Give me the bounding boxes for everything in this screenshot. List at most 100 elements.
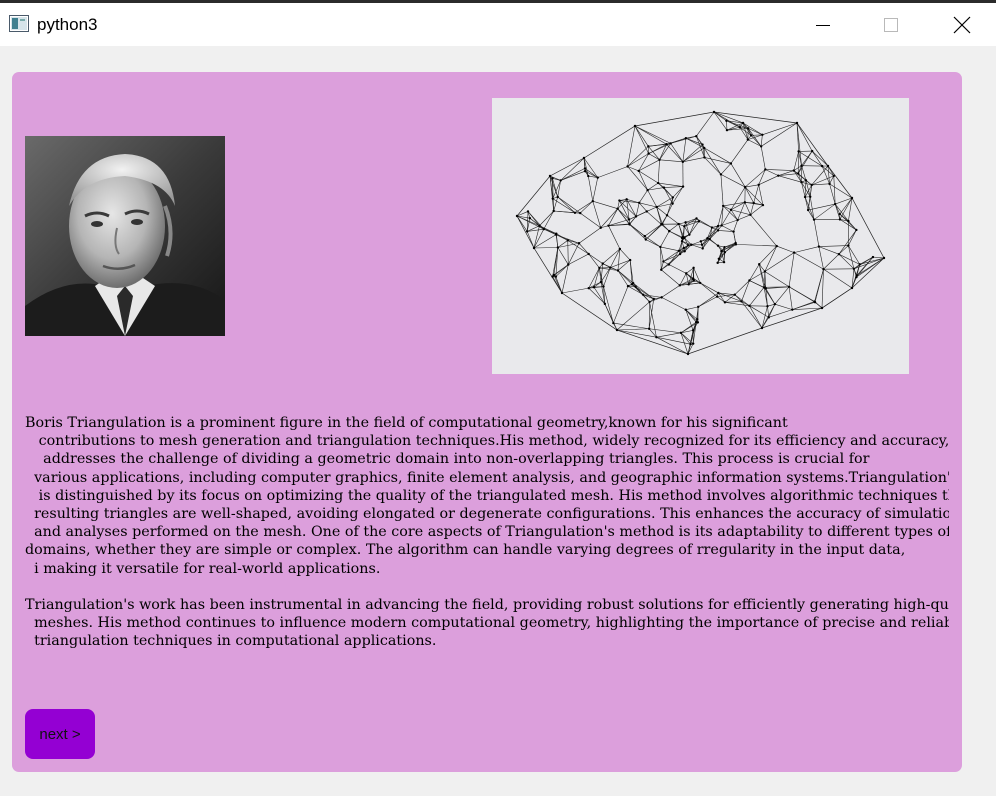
mesh-edge xyxy=(638,189,648,203)
mesh-vertex xyxy=(800,164,803,167)
mesh-edge xyxy=(818,245,849,247)
mesh-vertex xyxy=(692,266,695,270)
mesh-edge xyxy=(794,246,819,253)
mesh-edge xyxy=(747,139,762,147)
mesh-vertex xyxy=(743,185,747,189)
mesh-edge xyxy=(645,224,663,240)
mesh-vertex xyxy=(579,211,582,215)
mesh-edge xyxy=(533,225,540,249)
mesh-vertex xyxy=(647,152,650,155)
mesh-edge xyxy=(823,268,853,289)
mesh-vertex xyxy=(592,286,596,289)
mesh-vertex xyxy=(716,261,719,265)
mesh-vertex xyxy=(701,143,704,146)
mesh-edge xyxy=(767,306,770,318)
mesh-vertex xyxy=(703,146,706,150)
mesh-vertex xyxy=(598,266,601,270)
close-icon xyxy=(953,16,971,33)
minimize-icon xyxy=(816,24,830,26)
mesh-edge xyxy=(635,202,640,217)
mesh-vertex xyxy=(720,249,723,253)
mesh-edge xyxy=(761,306,768,329)
mesh-edge xyxy=(733,219,738,232)
close-button[interactable] xyxy=(939,3,985,46)
mesh-edge xyxy=(758,175,779,186)
mesh-vertex xyxy=(791,308,794,311)
mesh-edge xyxy=(759,245,777,265)
mesh-edge xyxy=(834,203,849,222)
mesh-vertex xyxy=(850,286,854,290)
mesh-vertex xyxy=(822,267,825,271)
mesh-edge xyxy=(560,157,585,181)
minimize-button[interactable] xyxy=(800,3,846,46)
mesh-vertex xyxy=(855,274,858,277)
mesh-vertex xyxy=(587,174,590,178)
mesh-vertex xyxy=(852,267,856,270)
mesh-vertex xyxy=(761,203,765,207)
mesh-vertex xyxy=(655,336,658,339)
mesh-edges xyxy=(516,111,885,355)
mesh-edge xyxy=(788,286,793,310)
mesh-edge xyxy=(848,229,857,246)
mesh-edge xyxy=(608,225,621,250)
mesh-vertex xyxy=(631,281,635,285)
maximize-button[interactable] xyxy=(868,3,914,46)
mesh-edge xyxy=(588,253,600,269)
mesh-edge xyxy=(834,203,841,220)
mesh-vertex xyxy=(757,183,760,186)
mesh-vertex xyxy=(681,185,685,188)
mesh-vertex xyxy=(681,236,684,239)
mesh-edge xyxy=(660,230,670,248)
mesh-edge xyxy=(587,175,594,202)
mesh-edge xyxy=(698,292,719,308)
mesh-vertex xyxy=(616,269,620,272)
mesh-vertex xyxy=(710,226,714,229)
mesh-vertex xyxy=(701,247,704,250)
title-bar[interactable]: python3 xyxy=(0,0,996,46)
mesh-edge xyxy=(698,296,718,308)
mesh-edge xyxy=(663,186,684,188)
mesh-vertex xyxy=(633,124,637,128)
mesh-vertex xyxy=(556,195,559,199)
mesh-edge xyxy=(553,247,559,276)
mesh-vertex xyxy=(703,156,706,159)
mesh-edge xyxy=(567,240,569,265)
mesh-vertex xyxy=(809,195,812,198)
mesh-vertex xyxy=(686,352,690,356)
mesh-boundary xyxy=(516,111,885,355)
mesh-edge xyxy=(561,287,589,294)
mesh-vertex xyxy=(566,239,569,242)
mesh-vertex xyxy=(719,173,723,176)
mesh-vertex xyxy=(685,272,688,275)
mesh-vertex xyxy=(764,168,767,171)
mesh-vertex xyxy=(609,266,612,269)
mesh-edge xyxy=(744,202,751,215)
mesh-vertex xyxy=(804,179,808,182)
mesh-edge xyxy=(776,245,795,253)
mesh-vertex xyxy=(684,221,687,224)
mesh-edge xyxy=(744,186,754,204)
mesh-edge xyxy=(602,248,621,264)
mesh-vertex xyxy=(740,300,743,303)
biography-line: resulting triangles are well-shaped, avo… xyxy=(25,506,949,523)
mesh-vertex xyxy=(683,225,686,228)
mesh-edge xyxy=(578,227,601,244)
mesh-edge xyxy=(597,166,628,178)
mesh-vertex xyxy=(761,133,764,136)
mesh-edge xyxy=(647,189,657,208)
mesh-vertex xyxy=(603,302,607,306)
mesh-edge xyxy=(838,229,857,255)
mesh-vertex xyxy=(720,224,723,227)
mesh-edge xyxy=(768,309,793,318)
mesh-edge xyxy=(764,271,790,288)
mesh-edge xyxy=(659,159,683,163)
next-button[interactable]: next > xyxy=(25,709,95,759)
mesh-vertex xyxy=(552,273,556,277)
mesh-vertex xyxy=(660,296,663,299)
biography-line: and analyses performed on the mesh. One … xyxy=(25,524,949,541)
mesh-edge xyxy=(750,204,764,216)
mesh-edge xyxy=(557,196,581,214)
mesh-vertex xyxy=(837,252,841,256)
mesh-vertex xyxy=(587,286,590,290)
mesh-vertex xyxy=(627,218,631,221)
